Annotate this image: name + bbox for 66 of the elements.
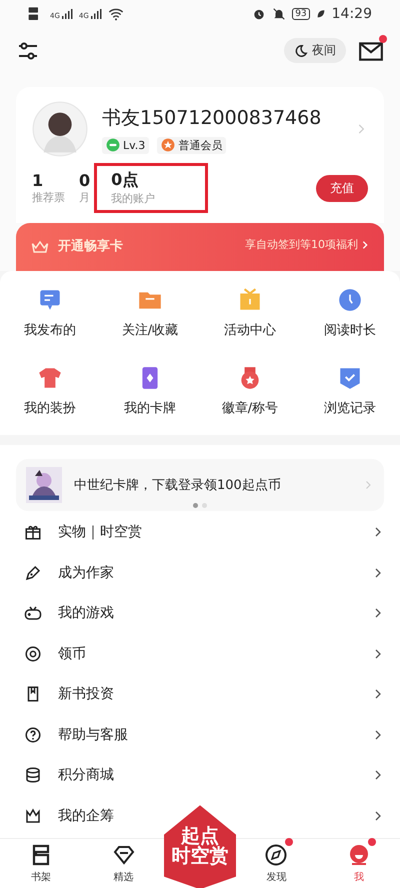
chevron-right-icon xyxy=(360,240,370,250)
stat-label: 推荐票 xyxy=(32,190,65,206)
menu-label: 积分商城 xyxy=(58,766,114,784)
menu-item[interactable]: 新书投资 xyxy=(0,674,400,715)
compass-icon xyxy=(264,843,288,868)
nav-tab[interactable]: 精选 xyxy=(82,839,165,888)
vip-benefit: 享自动签到等10项福利 xyxy=(245,237,358,252)
gamepad-icon xyxy=(24,604,42,622)
alarm-icon xyxy=(252,7,266,22)
stat-value: 0点 xyxy=(111,170,140,192)
menu-item[interactable]: 帮助与客服 xyxy=(0,714,400,756)
menu-item[interactable]: 我的游戏 xyxy=(0,593,400,634)
pen-icon xyxy=(24,564,42,582)
diamond-icon xyxy=(112,843,136,868)
menu-item[interactable]: 成为作家 xyxy=(0,552,400,594)
menu-label: 我的企筹 xyxy=(58,806,114,825)
moon-icon xyxy=(294,44,308,58)
mute-icon xyxy=(272,7,286,22)
menu-item[interactable]: 领币 xyxy=(0,634,400,674)
signal-icon xyxy=(90,8,102,20)
menu-label: 我的游戏 xyxy=(58,604,114,622)
leaf-icon xyxy=(316,9,326,20)
user-name: 书友150712000837468 xyxy=(102,106,322,131)
level-icon xyxy=(106,138,120,152)
clock-icon xyxy=(337,287,363,314)
shortcut-item[interactable]: 我发布的 xyxy=(0,283,100,344)
shortcut-item[interactable]: 浏览记录 xyxy=(300,361,400,422)
membership-badge: 普通会员 xyxy=(157,136,226,154)
stat-value: 0 xyxy=(79,171,90,190)
vip-title: 开通畅享卡 xyxy=(58,238,123,256)
menu-label: 新书投资 xyxy=(58,685,114,704)
nav-tab[interactable]: 书架 xyxy=(0,839,82,888)
shortcut-item[interactable]: 我的装扮 xyxy=(0,361,100,422)
nav-tab[interactable]: 我 xyxy=(318,839,400,888)
signal-icon xyxy=(60,8,73,20)
menu-label: 领币 xyxy=(58,644,86,663)
shortcut-item[interactable]: 活动中心 xyxy=(200,283,300,344)
level-badge: Lv.3 xyxy=(102,136,150,154)
menu-label: 实物｜时空赏 xyxy=(58,523,142,542)
stat-value: 1 xyxy=(32,171,44,190)
menu-item[interactable]: 积分商城 xyxy=(0,755,400,796)
night-mode-button[interactable]: 夜间 xyxy=(284,38,346,64)
logo-text: 时空赏 xyxy=(172,847,229,868)
shortcut-item[interactable]: 关注/收藏 xyxy=(100,283,200,344)
nav-tab[interactable]: 发现 xyxy=(235,839,318,888)
stat-label: 我的账户 xyxy=(111,191,156,206)
shortcut-item[interactable]: 阅读时长 xyxy=(300,283,400,344)
recharge-button[interactable]: 充值 xyxy=(316,174,368,202)
promo-text: 中世纪卡牌，下载登录领100起点币 xyxy=(74,477,281,494)
page-dot[interactable] xyxy=(202,503,207,508)
wifi-icon xyxy=(108,6,124,22)
menu-label: 成为作家 xyxy=(58,564,114,582)
menu-label: 帮助与客服 xyxy=(58,726,128,744)
promo-banner[interactable]: 中世纪卡牌，下载登录领100起点币 xyxy=(16,459,384,512)
menu-item[interactable]: 实物｜时空赏 xyxy=(0,512,400,553)
clock-time: 14:29 xyxy=(332,6,372,22)
gift-icon xyxy=(24,523,42,542)
shortcut-item[interactable]: 徽章/称号 xyxy=(200,361,300,422)
stat-label: 月 xyxy=(79,190,90,206)
avatar[interactable] xyxy=(32,101,88,158)
coins-icon xyxy=(24,766,42,784)
battery-level: 93 xyxy=(292,8,310,20)
shortcut-item[interactable]: 我的卡牌 xyxy=(100,361,200,422)
help-icon xyxy=(24,726,42,744)
crown-icon xyxy=(24,806,42,825)
page-dot[interactable] xyxy=(193,503,198,508)
